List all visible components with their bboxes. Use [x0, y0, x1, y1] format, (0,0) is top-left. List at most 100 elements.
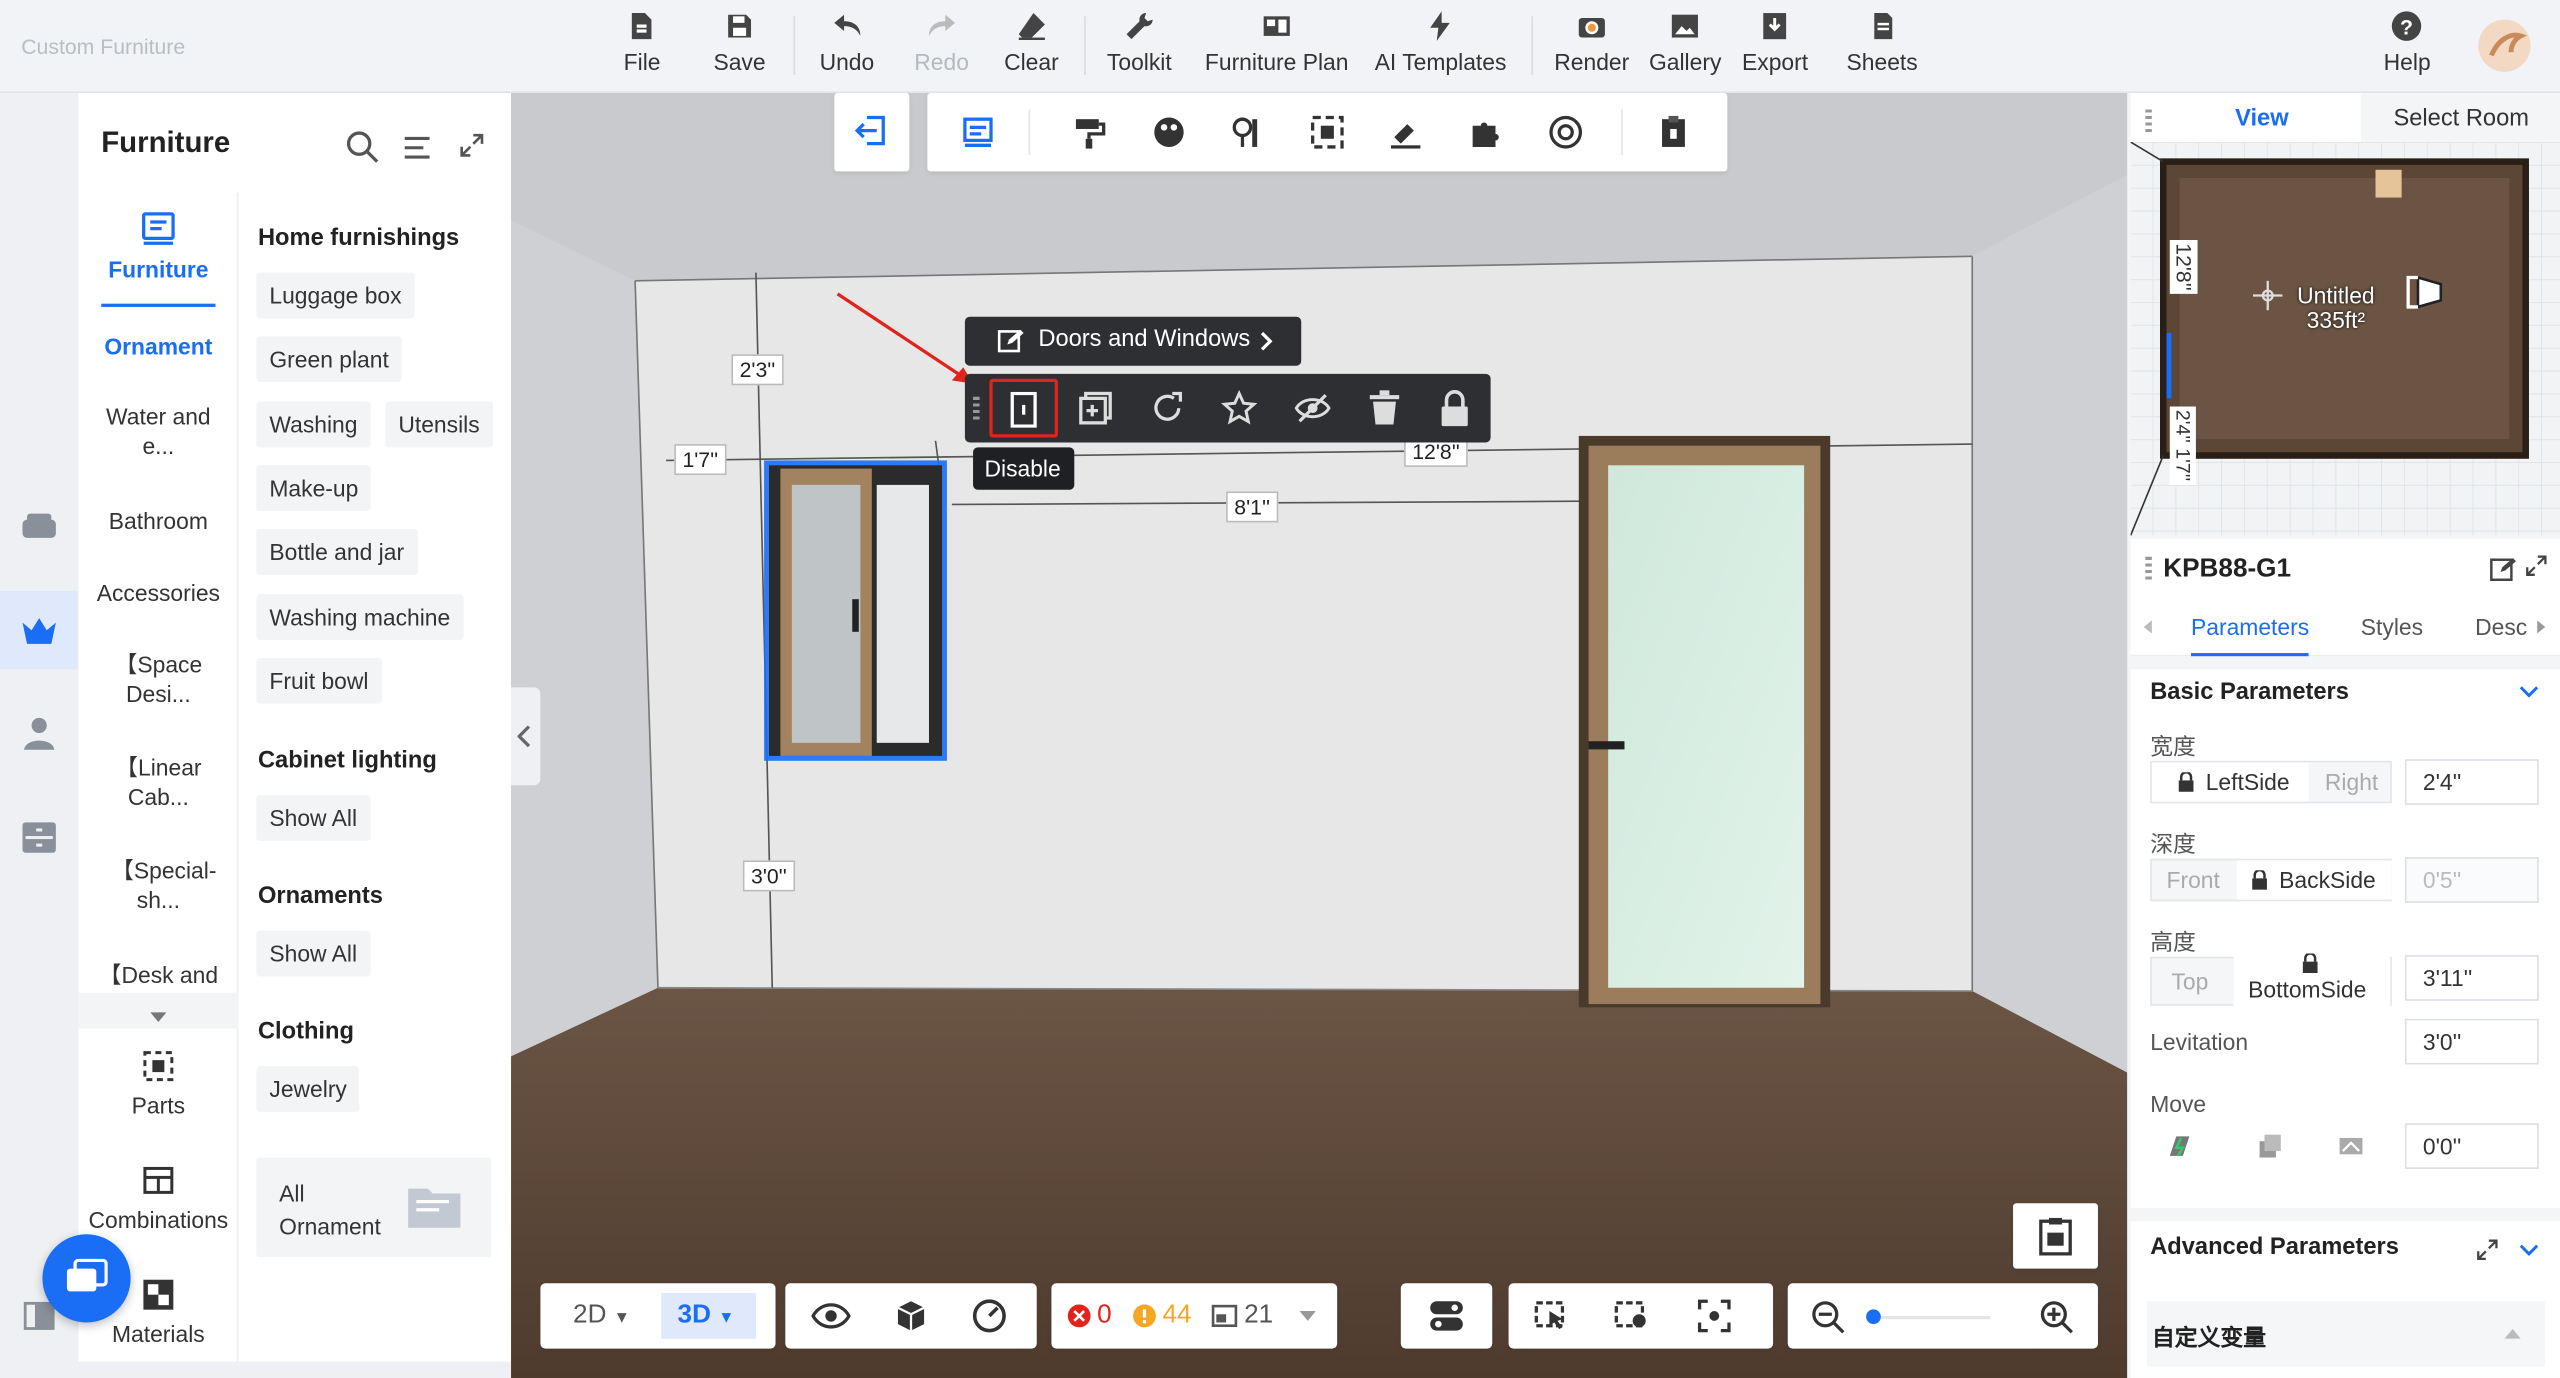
puzzle-icon[interactable] [1466, 113, 1505, 152]
tab-select-room[interactable]: Select Room [2360, 93, 2560, 143]
category-combinations[interactable]: Combinations [78, 1162, 238, 1234]
anchor-back-side[interactable]: BackSide [2236, 860, 2392, 900]
chip-fruit-bowl[interactable]: Fruit bowl [256, 657, 382, 704]
toolkit-button[interactable]: Toolkit [1107, 10, 1172, 75]
move-y-icon[interactable] [2256, 1133, 2282, 1159]
camera-view-icon[interactable] [1533, 1298, 1572, 1334]
search-icon[interactable] [344, 129, 380, 173]
disable-button[interactable] [989, 378, 1058, 438]
chevron-down-icon[interactable] [2519, 686, 2539, 699]
collapse-panel-button[interactable] [834, 93, 910, 172]
gallery-button[interactable]: Gallery [1649, 10, 1721, 75]
anchor-left-side[interactable]: LeftSide [2151, 762, 2309, 802]
tab-styles[interactable]: Styles [2361, 614, 2423, 640]
chip-show-all-ornaments[interactable]: Show All [256, 930, 371, 977]
all-ornament-card[interactable]: All Ornament [256, 1157, 492, 1258]
chip-luggage-box[interactable]: Luggage box [256, 272, 415, 319]
clipboard-icon[interactable] [1654, 113, 1693, 152]
star-icon[interactable] [1221, 390, 1258, 426]
chat-button[interactable] [42, 1234, 131, 1323]
person-icon[interactable] [16, 710, 62, 756]
move-x-icon[interactable] [2167, 1133, 2193, 1159]
chip-washing[interactable]: Washing [256, 401, 371, 448]
fit-view-icon[interactable] [1696, 1298, 1732, 1334]
height-anchor-toggle[interactable]: Top BottomSide [2150, 953, 2392, 1008]
tab-view[interactable]: View [2158, 93, 2361, 143]
zoom-slider[interactable] [1866, 1309, 1991, 1325]
tab-parameters[interactable]: Parameters [2191, 614, 2309, 640]
category-scroll-down[interactable] [78, 992, 239, 1029]
target-icon[interactable] [1546, 113, 1585, 152]
avatar[interactable] [2478, 19, 2531, 72]
sofa-icon[interactable] [16, 503, 62, 549]
category-accessories[interactable]: Accessories [78, 578, 238, 607]
export-button[interactable]: Export [1742, 10, 1808, 75]
width-anchor-toggle[interactable]: LeftSide Right [2150, 760, 2392, 804]
list-filter-icon[interactable] [402, 132, 433, 171]
basic-parameters-header[interactable]: Basic Parameters [2150, 679, 2349, 705]
paint-roller-icon[interactable] [1069, 113, 1108, 152]
category-linear-cabinet[interactable]: 【Linear Cab... [78, 753, 238, 812]
move-z-icon[interactable] [2338, 1133, 2364, 1159]
drag-handle[interactable] [2145, 109, 2152, 133]
3d-viewport[interactable]: 2'3'' 1'7'' 8'1'' 12'8'' 3'0'' Doors and… [511, 93, 2128, 1378]
ai-templates-button[interactable]: AI Templates [1375, 10, 1506, 75]
width-input[interactable]: 2'4'' [2404, 759, 2539, 805]
chevron-down-icon[interactable] [2519, 1244, 2539, 1257]
drag-handle[interactable] [2145, 556, 2152, 580]
category-bathroom[interactable]: Bathroom [78, 506, 238, 535]
category-water[interactable]: Water and e... [78, 402, 238, 461]
chip-make-up[interactable]: Make-up [256, 465, 372, 512]
render-button[interactable]: Render [1554, 10, 1629, 75]
zoom-in-icon[interactable] [2039, 1300, 2075, 1336]
category-parts[interactable]: Parts [78, 1048, 238, 1120]
anchor-bottom-side[interactable]: BottomSide [2233, 953, 2391, 1008]
file-button[interactable]: File [624, 10, 661, 75]
cabinet-icon[interactable] [16, 815, 62, 861]
status-bar[interactable]: 0 44 21 [1051, 1283, 1338, 1349]
mode-2d-button[interactable]: 2D ▼ [557, 1293, 639, 1339]
rotate-icon[interactable] [1149, 390, 1185, 426]
expand-icon[interactable] [459, 132, 485, 166]
anchor-front[interactable]: Front [2167, 860, 2220, 899]
expand-icon[interactable] [2526, 555, 2547, 576]
chip-green-plant[interactable]: Green plant [256, 336, 402, 383]
edit-icon[interactable] [2490, 555, 2518, 583]
chip-bottle-and-jar[interactable]: Bottle and jar [256, 528, 418, 575]
crown-icon[interactable] [16, 607, 62, 653]
category-ornament[interactable]: Ornament [78, 331, 238, 360]
category-desk[interactable]: 【Desk and [78, 960, 238, 989]
clear-button[interactable]: Clear [1004, 10, 1059, 75]
levitation-input[interactable]: 3'0'' [2404, 1018, 2539, 1065]
chevron-left-icon[interactable] [2143, 620, 2154, 634]
mode-3d-button[interactable]: 3D ▼ [661, 1293, 756, 1339]
save-button[interactable]: Save [713, 10, 766, 75]
palette-icon[interactable] [1149, 113, 1188, 152]
hammer-icon[interactable] [1386, 113, 1425, 152]
anchor-right[interactable]: Right [2325, 762, 2378, 801]
undo-button[interactable]: Undo [820, 10, 874, 75]
tab-desc[interactable]: Desc [2475, 614, 2527, 640]
chip-show-all-cabinet[interactable]: Show All [256, 795, 371, 841]
list-view-icon[interactable] [960, 113, 999, 152]
cube-icon[interactable] [893, 1298, 929, 1334]
gauge-icon[interactable] [971, 1298, 1007, 1334]
expand-icon[interactable] [2477, 1239, 2498, 1261]
depth-anchor-toggle[interactable]: Front BackSide [2150, 858, 2392, 902]
duplicate-icon[interactable] [1078, 390, 1114, 426]
furniture-plan-button[interactable]: Furniture Plan [1205, 10, 1348, 75]
move-input[interactable]: 0'0'' [2404, 1123, 2539, 1169]
category-furniture[interactable]: Furniture [78, 209, 238, 284]
floating-clipboard-button[interactable] [2013, 1203, 2098, 1269]
help-button[interactable]: ? Help [2384, 10, 2431, 75]
sheets-button[interactable]: Sheets [1847, 10, 1918, 75]
zoom-slider-thumb[interactable] [1866, 1309, 1881, 1325]
custom-variables-section[interactable]: 自定义变量 [2146, 1301, 2546, 1367]
height-input[interactable]: 3'11'' [2404, 955, 2539, 1001]
camera-settings-icon[interactable] [1613, 1298, 1652, 1334]
chip-washing-machine[interactable]: Washing machine [256, 594, 464, 640]
category-special-shaped[interactable]: 【Special-sh... [78, 856, 238, 915]
redo-button[interactable]: Redo [914, 10, 969, 75]
toggle-settings-button[interactable] [1400, 1283, 1493, 1349]
lamp-icon[interactable] [1228, 113, 1267, 152]
